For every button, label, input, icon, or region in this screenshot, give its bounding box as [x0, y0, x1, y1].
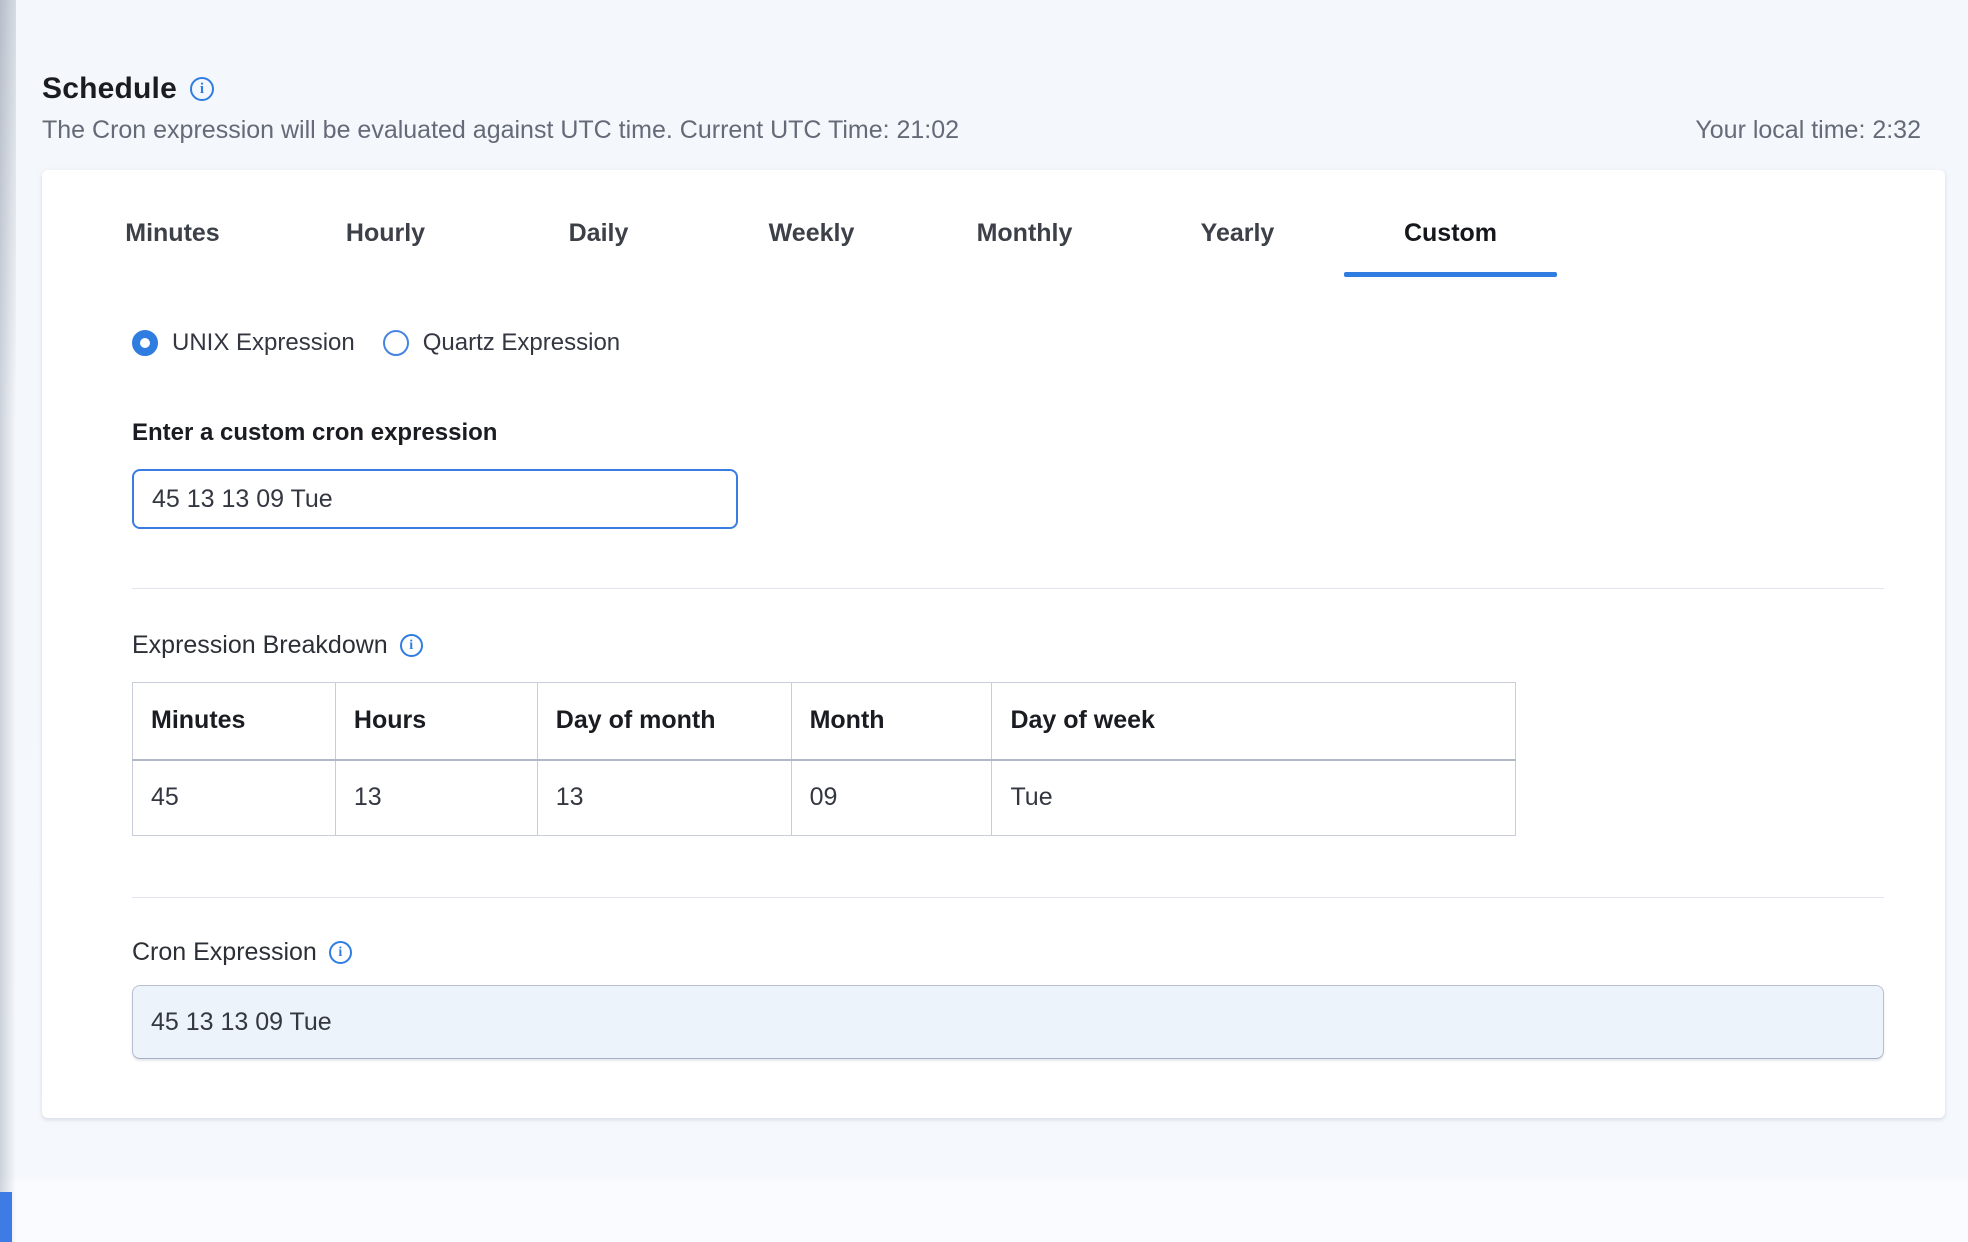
- left-edge-shadow: [0, 0, 16, 1242]
- utc-time-note: The Cron expression will be evaluated ag…: [42, 116, 959, 145]
- expression-breakdown-table: Minutes Hours Day of month Month Day of …: [132, 682, 1516, 836]
- breakdown-title: Expression Breakdown: [132, 631, 388, 660]
- tab-minutes[interactable]: Minutes: [66, 207, 279, 277]
- cron-expression-info-icon[interactable]: i: [329, 941, 352, 964]
- radio-unix-expression[interactable]: UNIX Expression: [132, 329, 355, 357]
- schedule-header: Schedule i The Cron expression will be e…: [0, 0, 1968, 145]
- scrollbar-thumb[interactable]: [0, 1192, 12, 1242]
- col-header-hours: Hours: [335, 683, 537, 760]
- col-header-minutes: Minutes: [133, 683, 336, 760]
- cron-expression-readonly-field[interactable]: [132, 985, 1884, 1059]
- expression-type-radio-group: UNIX Expression Quartz Expression: [132, 329, 1861, 357]
- col-header-day-of-month: Day of month: [537, 683, 791, 760]
- table-row: 45 13 13 09 Tue: [133, 760, 1516, 836]
- col-header-day-of-week: Day of week: [992, 683, 1516, 760]
- schedule-card: Minutes Hourly Daily Weekly Monthly Year…: [42, 170, 1945, 1118]
- cron-expression-title: Cron Expression: [132, 938, 317, 967]
- tab-daily[interactable]: Daily: [492, 207, 705, 277]
- cell-minutes: 45: [133, 760, 336, 836]
- cell-day-of-week: Tue: [992, 760, 1516, 836]
- table-header-row: Minutes Hours Day of month Month Day of …: [133, 683, 1516, 760]
- radio-quartz-label: Quartz Expression: [423, 329, 620, 357]
- local-time-note: Your local time: 2:32: [1695, 116, 1921, 145]
- breakdown-info-icon[interactable]: i: [400, 634, 423, 657]
- divider: [132, 897, 1884, 898]
- col-header-month: Month: [791, 683, 992, 760]
- radio-quartz-expression[interactable]: Quartz Expression: [383, 329, 620, 357]
- tab-yearly[interactable]: Yearly: [1131, 207, 1344, 277]
- tab-hourly[interactable]: Hourly: [279, 207, 492, 277]
- custom-cron-input[interactable]: [132, 469, 738, 529]
- page-title: Schedule: [42, 72, 177, 106]
- schedule-info-icon[interactable]: i: [190, 77, 214, 101]
- cell-day-of-month: 13: [537, 760, 791, 836]
- radio-unix-label: UNIX Expression: [172, 329, 355, 357]
- custom-cron-label: Enter a custom cron expression: [132, 419, 1861, 447]
- radio-unselected-icon[interactable]: [383, 330, 409, 356]
- cell-month: 09: [791, 760, 992, 836]
- tab-monthly[interactable]: Monthly: [918, 207, 1131, 277]
- radio-selected-icon[interactable]: [132, 330, 158, 356]
- schedule-tabs: Minutes Hourly Daily Weekly Monthly Year…: [66, 207, 1861, 277]
- divider: [132, 588, 1884, 589]
- tab-weekly[interactable]: Weekly: [705, 207, 918, 277]
- cell-hours: 13: [335, 760, 537, 836]
- tab-custom[interactable]: Custom: [1344, 207, 1557, 277]
